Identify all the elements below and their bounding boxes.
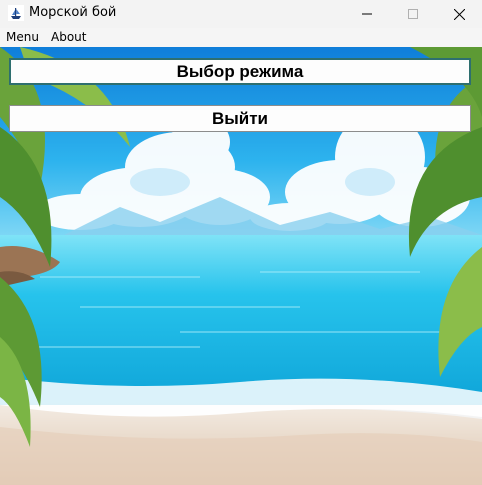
maximize-button[interactable]: [390, 0, 436, 28]
close-icon: [453, 8, 465, 20]
close-button[interactable]: [436, 0, 482, 28]
window-title: Морской бой: [29, 5, 117, 20]
menu-item-about[interactable]: About: [51, 30, 86, 44]
app-icon: [8, 5, 24, 21]
exit-button[interactable]: Выйти: [9, 105, 471, 132]
background-scene: Выбор режима Выйти: [0, 47, 482, 485]
menu-item-menu[interactable]: Menu: [6, 30, 39, 44]
minimize-icon: [362, 13, 372, 15]
maximize-icon: [408, 9, 418, 19]
title-bar: Морской бой: [0, 0, 482, 28]
minimize-button[interactable]: [344, 0, 390, 28]
menu-bar: Menu About: [0, 28, 482, 47]
mode-select-button[interactable]: Выбор режима: [9, 58, 471, 85]
